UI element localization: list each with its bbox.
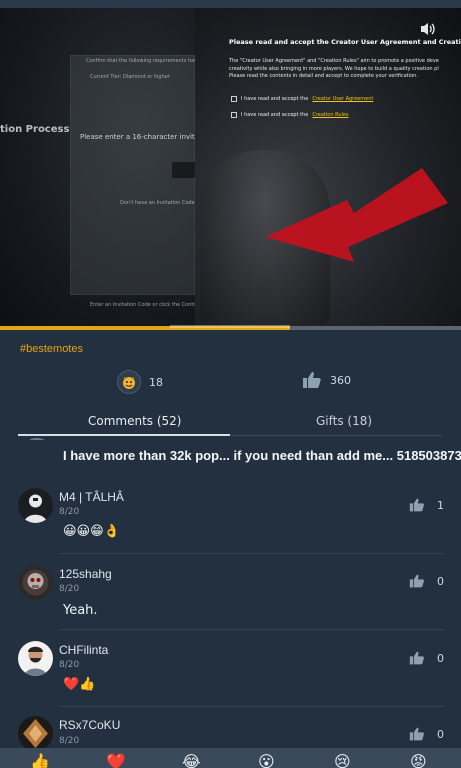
thumbs-up-icon <box>409 498 424 512</box>
comment-text: 😀😀😁👌 <box>63 524 120 539</box>
silhouette-avatar[interactable] <box>18 488 53 523</box>
thumbs-up-icon <box>409 651 424 665</box>
video-top-strip <box>0 0 461 8</box>
red-arrow-annotation <box>265 168 448 262</box>
agreement-body: The "Creator User Agreement" and "Creati… <box>229 58 461 81</box>
rules-checkbox-row: I have read and accept the Creation Rule… <box>231 112 349 118</box>
agreement-checkbox-row: I have read and accept the Creator User … <box>231 96 373 102</box>
comments-gifts-tabs: Comments (52) Gifts (18) <box>0 410 461 436</box>
comment-date: 8/20 <box>59 507 80 517</box>
comment-divider <box>59 629 444 630</box>
reaction-like-button[interactable]: 👍 <box>30 754 50 768</box>
hashtag-link[interactable]: #bestemotes <box>20 343 83 355</box>
comment-like-button[interactable]: 1 <box>409 497 444 513</box>
no-code-text: Don't have an Invitation Code? Cr <box>120 200 205 206</box>
tab-divider <box>230 435 442 436</box>
comment-divider <box>59 553 444 554</box>
likes-count: 360 <box>330 373 351 387</box>
agreement-body-line: Please read the contents in detail and a… <box>229 73 418 79</box>
creation-rules-link: Creation Rules <box>312 112 349 118</box>
creator-agreement-link: Creator User Agreement <box>312 96 374 102</box>
enter-code-text: Enter an Invitation Code or click the Co… <box>90 302 198 308</box>
comment-text: Yeah. <box>63 603 98 618</box>
emblem-avatar[interactable] <box>18 716 53 751</box>
likes-stat[interactable]: 360 <box>302 370 351 390</box>
reaction-bar: 👍 ❤️ 😂 😮 😢 😡 <box>0 748 461 768</box>
invitation-code-field <box>172 162 196 178</box>
comment-like-count: 1 <box>437 498 444 512</box>
thumbs-up-icon <box>303 372 321 388</box>
requirements-text: Confirm that the following requirements … <box>86 58 205 64</box>
emotes-stat[interactable]: 18 <box>117 370 163 394</box>
emote-icon <box>117 370 141 394</box>
reaction-wow-button[interactable]: 😮 <box>258 754 275 768</box>
skull-avatar[interactable] <box>18 565 53 600</box>
tab-comments[interactable]: Comments (52) <box>88 414 182 428</box>
pinned-mark <box>30 438 44 442</box>
comment-like-button[interactable]: 0 <box>409 573 444 589</box>
checkbox-icon <box>231 112 237 118</box>
comment-date: 8/20 <box>59 584 80 594</box>
comment-author[interactable]: 125shahg <box>59 567 112 581</box>
reaction-love-button[interactable]: ❤️ <box>106 754 126 768</box>
comment-text: ❤️👍 <box>63 677 96 692</box>
checkbox-label: I have read and accept the <box>241 96 309 102</box>
comment-like-button[interactable]: 0 <box>409 650 444 666</box>
comment-author[interactable]: CHFilinta <box>59 643 108 657</box>
comment-like-button[interactable]: 0 <box>409 726 444 742</box>
reaction-laugh-button[interactable]: 😂 <box>182 754 201 768</box>
comment-like-count: 0 <box>437 574 444 588</box>
thumbs-up-icon <box>409 727 424 741</box>
video-player[interactable]: Confirm that the following requirements … <box>0 0 461 330</box>
agreement-body-line: creativity while also bringing in more p… <box>229 65 439 72</box>
pinned-comment-text: I have more than 32k pop... if you need … <box>63 448 461 463</box>
comment-divider <box>59 706 444 707</box>
reaction-angry-button[interactable]: 😡 <box>410 754 427 768</box>
agreement-heading: Please read and accept the Creator User … <box>229 38 461 46</box>
agreement-body-line: The "Creator User Agreement" and "Creati… <box>229 58 439 64</box>
tier-text: Current Tier: Diamond or higher <box>90 74 170 80</box>
comment-like-count: 0 <box>437 727 444 741</box>
person-avatar[interactable] <box>18 641 53 676</box>
tab-gifts[interactable]: Gifts (18) <box>316 414 372 428</box>
comment-like-count: 0 <box>437 651 444 665</box>
checkbox-icon <box>231 96 237 102</box>
invitation-prompt: Please enter a 16-character invitati <box>80 133 204 141</box>
comment-author[interactable]: RSx7CoKU <box>59 718 120 732</box>
active-tab-indicator <box>18 434 230 436</box>
comment-author[interactable]: M4 | TÂLHÂ <box>59 490 124 504</box>
comment-date: 8/20 <box>59 736 80 746</box>
comment-date: 8/20 <box>59 660 80 670</box>
video-scrub-handle[interactable] <box>170 325 290 328</box>
thumbs-up-icon <box>409 574 424 588</box>
process-title: tion Process <box>0 124 70 135</box>
reaction-sad-button[interactable]: 😢 <box>334 754 351 768</box>
volume-icon[interactable] <box>420 22 436 36</box>
emotes-count: 18 <box>149 375 163 389</box>
checkbox-label: I have read and accept the <box>241 112 309 118</box>
